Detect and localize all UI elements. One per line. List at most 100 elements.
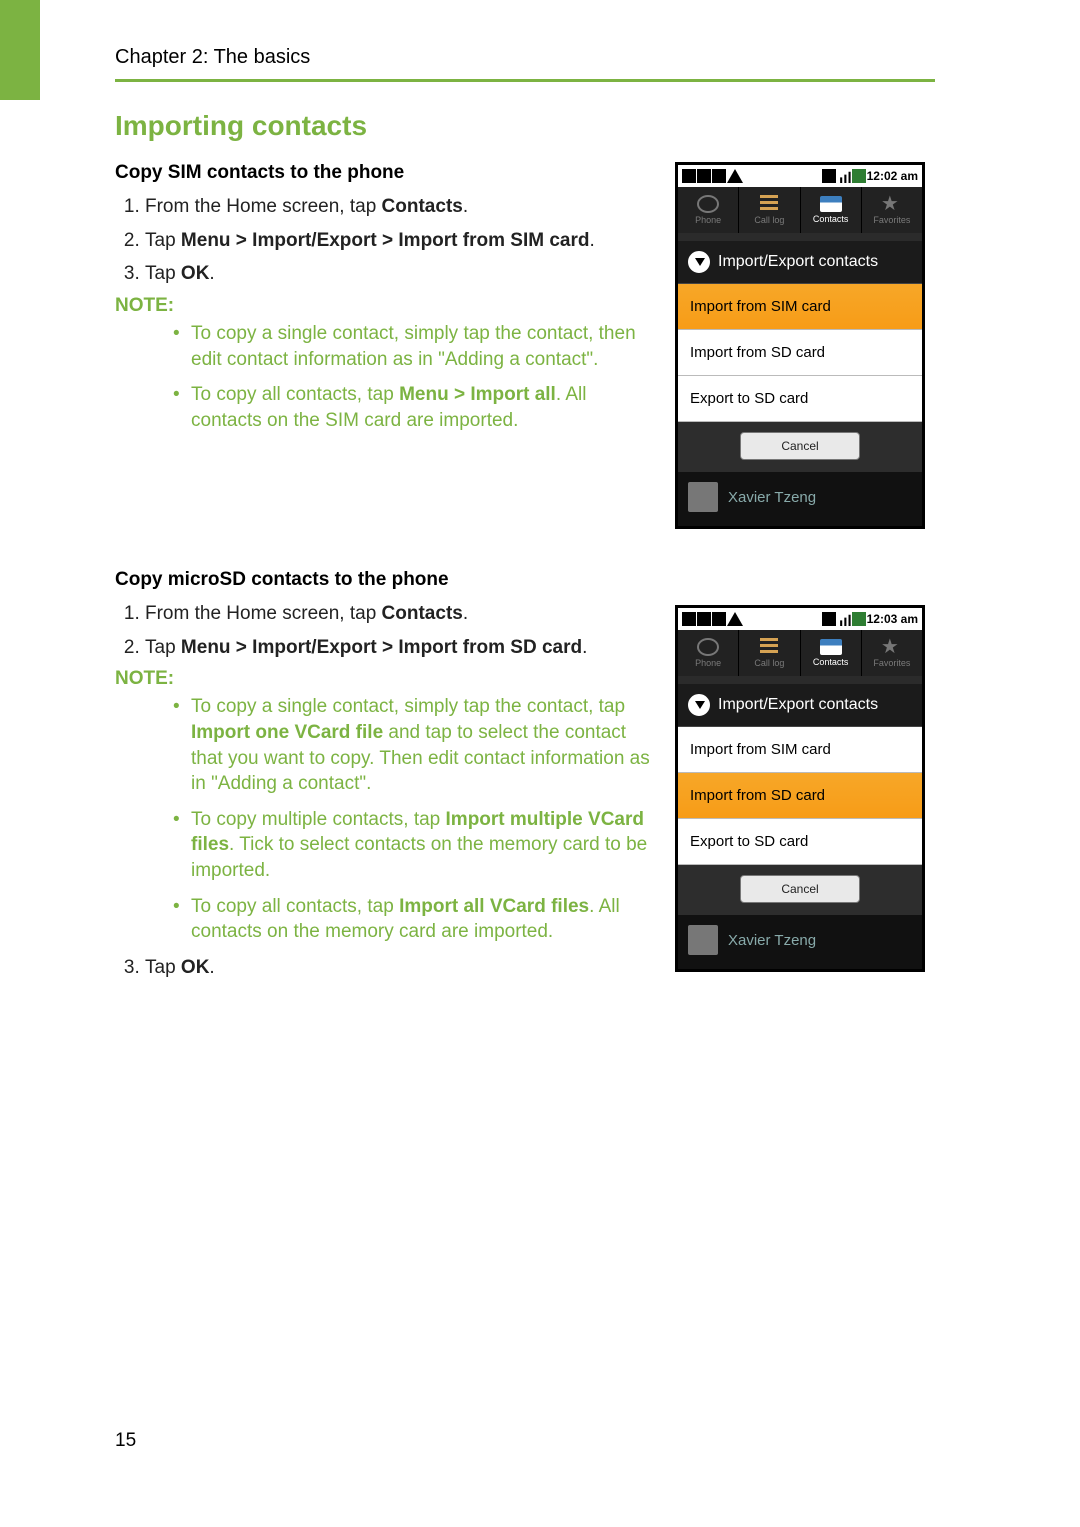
contact-row[interactable]: Xavier Tzeng: [678, 915, 922, 969]
tab-calllog[interactable]: Call log: [739, 630, 800, 676]
dialog-header: Import/Export contacts: [678, 241, 922, 284]
cancel-button[interactable]: Cancel: [740, 875, 859, 903]
t: Tap: [145, 263, 181, 284]
t: Tap: [145, 957, 181, 978]
section-copy-sd: Copy microSD contacts to the phone From …: [115, 569, 935, 989]
log-icon: [760, 638, 778, 656]
tab-label: Phone: [695, 215, 721, 225]
star-icon: ★: [881, 638, 903, 656]
import-export-dialog: Import/Export contacts Import from SIM c…: [678, 684, 922, 915]
step-sd-3: Tap OK.: [145, 955, 657, 981]
t: .: [463, 196, 468, 217]
avatar-icon: [688, 925, 718, 955]
tab-favorites[interactable]: ★ Favorites: [862, 187, 922, 233]
t: .: [589, 230, 594, 251]
option-import-sim[interactable]: Import from SIM card: [678, 727, 922, 773]
signal-icon: [837, 612, 851, 626]
contact-name: Xavier Tzeng: [728, 932, 816, 949]
import-export-icon: [688, 251, 710, 273]
option-import-sim[interactable]: Import from SIM card: [678, 284, 922, 330]
t: Menu > Import all: [399, 384, 556, 405]
t: To copy all contacts, tap: [191, 896, 399, 917]
t: .: [209, 957, 214, 978]
phone-icon: [697, 195, 719, 213]
dialog-footer: Cancel: [678, 865, 922, 915]
tab-label: Favorites: [873, 658, 910, 668]
section-copy-sim: Copy SIM contacts to the phone From the …: [115, 162, 935, 529]
phone-frame: 12:03 am Phone Call log Contacts: [675, 605, 925, 972]
step-sd-1: From the Home screen, tap Contacts.: [145, 601, 657, 627]
tab-contacts[interactable]: Contacts: [801, 630, 862, 676]
status-bar: 12:02 am: [678, 165, 922, 187]
signal-icon: [837, 169, 851, 183]
step-sim-2: Tap Menu > Import/Export > Import from S…: [145, 228, 657, 254]
warning-icon: [727, 169, 743, 183]
tab-label: Favorites: [873, 215, 910, 225]
t: Menu > Import/Export > Import from SD ca…: [181, 637, 582, 658]
t: .: [209, 263, 214, 284]
dialog-title: Import/Export contacts: [718, 253, 878, 271]
t: To copy all contacts, tap: [191, 384, 399, 405]
t: To copy multiple contacts, tap: [191, 809, 446, 830]
notif-icon: [697, 612, 711, 626]
tab-calllog[interactable]: Call log: [739, 187, 800, 233]
sim-icon: [822, 612, 836, 626]
dialog-title: Import/Export contacts: [718, 696, 878, 714]
cancel-button[interactable]: Cancel: [740, 432, 859, 460]
tab-label: Phone: [695, 658, 721, 668]
import-export-icon: [688, 694, 710, 716]
contact-name: Xavier Tzeng: [728, 489, 816, 506]
option-import-sd[interactable]: Import from SD card: [678, 330, 922, 376]
tab-contacts[interactable]: Contacts: [801, 187, 862, 233]
log-icon: [760, 195, 778, 213]
t: Tap: [145, 230, 181, 251]
step-sim-3: Tap OK.: [145, 261, 657, 287]
tab-label: Call log: [754, 215, 784, 225]
phone-tabs: Phone Call log Contacts ★ Favorites: [678, 187, 922, 233]
option-export-sd[interactable]: Export to SD card: [678, 819, 922, 865]
steps-sim: From the Home screen, tap Contacts. Tap …: [115, 194, 657, 287]
status-left: [682, 169, 743, 183]
status-bar: 12:03 am: [678, 608, 922, 630]
t: .: [463, 603, 468, 624]
t: Import one VCard file: [191, 722, 383, 743]
t: Import all VCard files: [399, 896, 589, 917]
steps-sd-cont: Tap OK.: [115, 955, 657, 981]
notif-icon: [682, 612, 696, 626]
note-label-sd: NOTE:: [115, 668, 657, 690]
star-icon: ★: [881, 195, 903, 213]
warning-icon: [727, 612, 743, 626]
note-list-sim: To copy a single contact, simply tap the…: [115, 321, 657, 434]
dialog-footer: Cancel: [678, 422, 922, 472]
t: Tap: [145, 637, 181, 658]
phone-icon: [697, 638, 719, 656]
note-sim-2: To copy all contacts, tap Menu > Import …: [173, 382, 657, 433]
chapter-tab: [0, 0, 40, 100]
phone-tabs: Phone Call log Contacts ★ Favorites: [678, 630, 922, 676]
t: OK: [181, 957, 210, 978]
tab-favorites[interactable]: ★ Favorites: [862, 630, 922, 676]
phone-screenshot-1: 12:02 am Phone Call log Contacts: [675, 162, 935, 529]
header-rule: [115, 79, 935, 82]
section-title: Importing contacts: [115, 110, 935, 142]
status-right: 12:02 am: [822, 169, 918, 183]
battery-icon: [852, 612, 866, 626]
option-export-sd[interactable]: Export to SD card: [678, 376, 922, 422]
contact-row[interactable]: Xavier Tzeng: [678, 472, 922, 526]
tab-phone[interactable]: Phone: [678, 630, 739, 676]
t: To copy a single contact, simply tap the…: [191, 696, 625, 717]
t: Contacts: [382, 603, 463, 624]
tab-phone[interactable]: Phone: [678, 187, 739, 233]
option-import-sd[interactable]: Import from SD card: [678, 773, 922, 819]
t: . Tick to select contacts on the memory …: [191, 834, 647, 881]
chapter-header: Chapter 2: The basics: [115, 46, 935, 79]
count-bar: [678, 676, 922, 684]
note-sd-3: To copy all contacts, tap Import all VCa…: [173, 894, 657, 945]
battery-icon: [852, 169, 866, 183]
notif-icon: [682, 169, 696, 183]
t: .: [582, 637, 587, 658]
phone-frame: 12:02 am Phone Call log Contacts: [675, 162, 925, 529]
t: Menu > Import/Export > Import from SIM c…: [181, 230, 590, 251]
steps-sd: From the Home screen, tap Contacts. Tap …: [115, 601, 657, 660]
status-left: [682, 612, 743, 626]
